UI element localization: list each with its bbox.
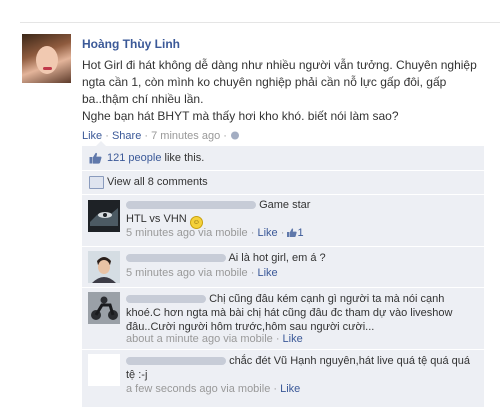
avatar-lips [43, 67, 52, 70]
comment-text: Game star [259, 199, 311, 211]
commenter-name-hidden [126, 254, 226, 263]
comments-icon [89, 176, 104, 189]
comment-body: Game star HTL vs VHN ☺ [126, 198, 476, 229]
comment-like-link[interactable]: Like [283, 333, 303, 345]
comment-meta: 5 minutes ago via mobile · Like · 1 [126, 227, 304, 239]
boy-avatar-image [88, 251, 120, 283]
post-message-line: Hot Girl đi hát không dễ dàng như nhiều … [82, 58, 477, 106]
author-name[interactable]: Hoàng Thùy Linh [82, 37, 180, 51]
commenter-name-hidden [126, 295, 206, 304]
view-all-row[interactable]: View all 8 comments [82, 171, 484, 194]
comments-box: 121 people like this. View all 8 comment… [82, 141, 484, 407]
meta-separator: · [220, 130, 230, 142]
comment: Chị cũng đâu kém cạnh gì người ta mà nói… [82, 288, 484, 349]
comment-like-link[interactable]: Like [280, 383, 300, 395]
comment-like-link[interactable]: Like [257, 227, 277, 239]
commenter-avatar[interactable] [88, 251, 120, 283]
comment-like-count[interactable]: 1 [297, 227, 303, 239]
likes-summary: 121 people like this. [107, 152, 204, 164]
commenter-name-hidden [126, 201, 256, 210]
meta-separator: · [141, 130, 152, 142]
comment-timestamp[interactable]: about a minute ago via mobile [126, 333, 273, 345]
comment-like-link[interactable]: Like [257, 267, 277, 279]
post-message: Hot Girl đi hát không dễ dàng như nhiều … [82, 57, 480, 125]
comment-body: Ai là hot girl, em á ? [126, 251, 476, 265]
game-star-avatar-image [88, 200, 120, 232]
view-all-comments-link[interactable]: View all 8 comments [107, 176, 208, 188]
post-message-line: Nghe bạn hát BHYT mà thấy hơi kho khó. b… [82, 109, 399, 123]
commenter-avatar[interactable] [88, 292, 120, 324]
comment-text: Ai là hot girl, em á ? [228, 252, 326, 264]
comment-meta: 5 minutes ago via mobile · Like [126, 267, 278, 279]
comment: Game star HTL vs VHN ☺ 5 minutes ago via… [82, 195, 484, 246]
likes-row: 121 people like this. [82, 146, 484, 170]
comment-body: Chị cũng đâu kém cạnh gì người ta mà nói… [126, 292, 476, 334]
likes-count-link[interactable]: 121 people [107, 152, 161, 164]
motorbike-avatar-image [88, 292, 120, 324]
feed-story: Hoàng Thùy Linh Hot Girl đi hát không dễ… [0, 0, 500, 407]
commenter-avatar[interactable] [88, 200, 120, 232]
comment: Ai là hot girl, em á ? 5 minutes ago via… [82, 247, 484, 287]
comment-timestamp[interactable]: 5 minutes ago via mobile [126, 267, 248, 279]
comment-meta: a few seconds ago via mobile · Like [126, 383, 301, 395]
comment-body: chắc đét Vũ Hạnh nguyên,hát live quá tệ … [126, 354, 476, 382]
author-avatar[interactable] [22, 34, 71, 83]
share-link[interactable]: Share [112, 130, 141, 142]
comment-timestamp[interactable]: 5 minutes ago via mobile [126, 227, 248, 239]
likes-rest-text: like this. [161, 152, 205, 164]
post-timestamp[interactable]: 7 minutes ago [151, 130, 220, 142]
commenter-avatar[interactable] [88, 354, 120, 386]
story-divider [20, 22, 500, 23]
comment-timestamp[interactable]: a few seconds ago via mobile [126, 383, 270, 395]
thumbs-up-icon [89, 152, 102, 164]
comment-meta: about a minute ago via mobile · Like [126, 333, 303, 345]
comment: chắc đét Vũ Hạnh nguyên,hát live quá tệ … [82, 350, 484, 407]
commenter-name-hidden [126, 357, 226, 366]
privacy-icon[interactable] [230, 131, 240, 140]
comment-text-line2: HTL vs VHN [126, 213, 187, 225]
thumbs-up-icon [287, 228, 298, 237]
